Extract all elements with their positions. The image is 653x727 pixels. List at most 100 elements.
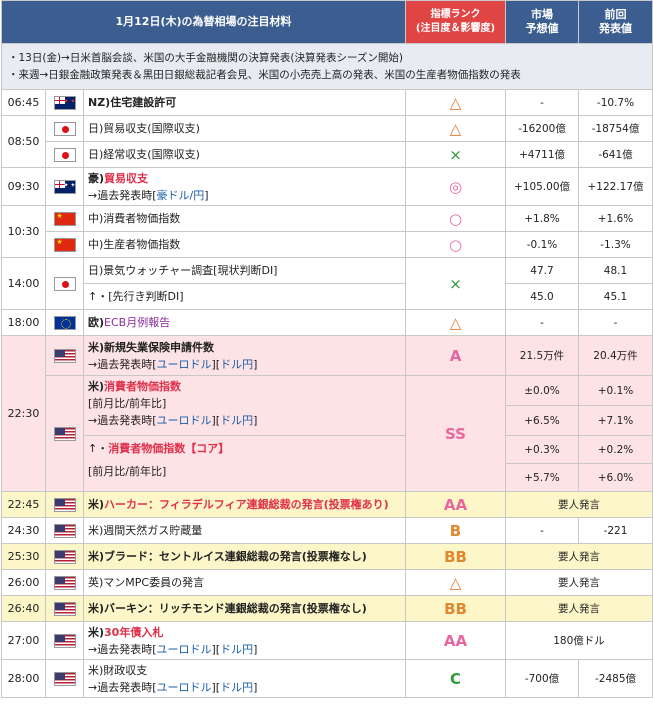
event-time: 09:30 — [1, 167, 46, 206]
table-title: 1月12日(木)の為替相場の注目材料 — [1, 0, 406, 44]
rank-badge: BB — [405, 595, 506, 622]
rank-badge: AA — [405, 491, 506, 518]
forecast-value: -700億 — [505, 659, 579, 698]
event-time: 24:30 — [1, 517, 46, 544]
note-line: ・来週→日銀金融政策発表＆黒田日銀総裁記者会見、米国の小売売上高の発表、米国の生… — [8, 68, 521, 81]
japan-flag-icon — [53, 147, 76, 162]
event-name: 中)消費者物価指数 — [83, 205, 406, 232]
past-results-label: →過去発表時[ — [88, 414, 157, 427]
event-time: 22:45 — [1, 491, 46, 518]
nz-flag-icon — [53, 95, 76, 110]
event-time: 06:45 — [1, 89, 46, 116]
event-region: 米) — [88, 625, 105, 639]
triangle-rank-icon: △ — [449, 93, 462, 112]
previous-value: -18754億 — [578, 115, 653, 142]
eurusd-link[interactable]: ユーロドル — [157, 358, 212, 371]
event-name: 消費者物価指数【コア】 — [108, 442, 230, 455]
forecast-value: +0.3% — [505, 435, 579, 464]
previous-value: 45.1 — [578, 283, 653, 310]
event-time: 10:30 — [1, 205, 46, 258]
merged-value: 要人発言 — [505, 491, 653, 518]
rank-header: 指標ランク (注目度＆影響度) — [405, 0, 506, 44]
event-time: 26:00 — [1, 569, 46, 596]
rank-badge: C — [405, 659, 506, 698]
australia-flag-icon — [53, 179, 76, 194]
forecast-value: - — [505, 517, 579, 544]
us-flag-icon — [53, 523, 76, 538]
us-flag-icon — [53, 633, 76, 648]
past-results-label: →過去発表時[ — [88, 188, 157, 202]
event-name: ECB月例報告 — [104, 315, 171, 329]
usdjpy-link[interactable]: ドル円 — [220, 358, 253, 371]
previous-value: -1.3% — [578, 231, 653, 258]
eurusd-link[interactable]: ユーロドル — [157, 681, 212, 694]
event-time: 27:00 — [1, 621, 46, 660]
japan-flag-icon — [53, 121, 76, 136]
eurusd-link[interactable]: ユーロドル — [157, 643, 212, 656]
previous-value: +1.6% — [578, 205, 653, 232]
forecast-value: -0.1% — [505, 231, 579, 258]
cross-rank-icon: × — [449, 145, 462, 164]
forecast-value: +5.7% — [505, 463, 579, 492]
event-time: 14:00 — [1, 257, 46, 310]
event-region: 米) — [88, 497, 105, 511]
china-flag-icon — [53, 211, 76, 226]
rank-badge: BB — [405, 543, 506, 570]
event-time: 28:00 — [1, 659, 46, 698]
forecast-header: 市場 予想値 — [505, 0, 579, 44]
bracket: ] — [253, 680, 258, 694]
forecast-value: 21.5万件 — [505, 335, 579, 376]
forecast-value: ±0.0% — [505, 375, 579, 406]
eu-flag-icon — [53, 315, 76, 330]
previous-value: +0.2% — [578, 435, 653, 464]
us-flag-icon — [53, 348, 76, 363]
china-flag-icon — [53, 237, 76, 252]
event-region: 欧) — [88, 315, 105, 329]
usdjpy-link[interactable]: ドル円 — [220, 414, 253, 427]
forecast-value: +6.5% — [505, 405, 579, 436]
usdjpy-link[interactable]: ドル円 — [220, 681, 253, 694]
us-flag-icon — [53, 671, 76, 686]
indicator-table: 1月12日(木)の為替相場の注目材料 指標ランク (注目度＆影響度) 市場 予想… — [1, 0, 653, 698]
event-name: 英)マンMPC委員の発言 — [83, 569, 406, 596]
event-time: 08:50 — [1, 115, 46, 168]
event-subtitle: [前月比/前年比] — [88, 465, 167, 478]
event-subtitle: [前月比/前年比] — [88, 397, 167, 410]
note-line: ・13日(金)→日米首脳会談、米国の大手金融機関の決算発表(決算発表シーズン開始… — [8, 51, 404, 64]
event-name: 米)バーキン：リッチモンド連銀総裁の発言(投票権なし) — [83, 595, 406, 622]
forecast-value: +4711億 — [505, 141, 579, 168]
previous-header: 前回 発表値 — [578, 0, 653, 44]
us-flag-icon — [53, 426, 76, 441]
triangle-rank-icon: △ — [449, 573, 462, 592]
event-name: 30年債入札 — [104, 625, 164, 639]
past-results-label: →過去発表時[ — [88, 642, 157, 656]
previous-value: +7.1% — [578, 405, 653, 436]
forecast-value: +105.00億 — [505, 167, 579, 206]
forecast-value: -16200億 — [505, 115, 579, 142]
event-time: 22:30 — [1, 335, 46, 492]
event-time: 26:40 — [1, 595, 46, 622]
event-prefix: ↑・ — [88, 442, 109, 455]
rank-badge: SS — [405, 375, 506, 492]
previous-value: 20.4万件 — [578, 335, 653, 376]
event-name: 米)新規失業保険申請件数 — [88, 340, 215, 354]
bracket: ] — [253, 642, 258, 656]
forecast-value: +1.8% — [505, 205, 579, 232]
us-flag-icon — [53, 497, 76, 512]
previous-value: -221 — [578, 517, 653, 544]
forecast-value: - — [505, 309, 579, 336]
event-name: 中)生産者物価指数 — [83, 231, 406, 258]
forecast-value: 47.7 — [505, 257, 579, 284]
previous-value: +0.1% — [578, 375, 653, 406]
us-flag-icon — [53, 549, 76, 564]
event-name: 米)財政収支 — [88, 663, 148, 677]
triangle-rank-icon: △ — [449, 119, 462, 138]
audjpy-link[interactable]: 豪ドル/円 — [157, 189, 205, 202]
past-results-label: →過去発表時[ — [88, 357, 157, 371]
eurusd-link[interactable]: ユーロドル — [157, 414, 212, 427]
previous-value: +6.0% — [578, 463, 653, 492]
circle-rank-icon: ○ — [448, 235, 463, 254]
forecast-value: - — [505, 89, 579, 116]
usdjpy-link[interactable]: ドル円 — [220, 643, 253, 656]
event-name: 日)景気ウォッチャー調査[現状判断DI] — [83, 257, 406, 284]
